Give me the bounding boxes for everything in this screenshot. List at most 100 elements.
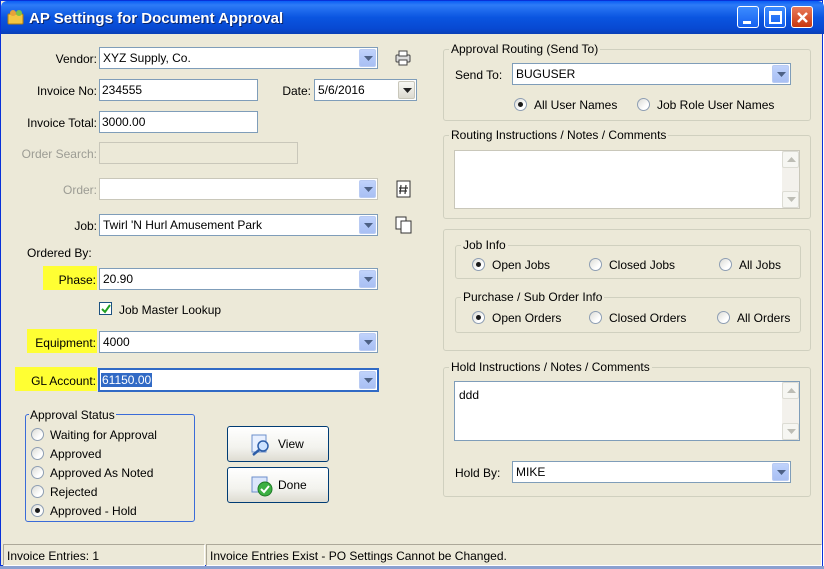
chevron-down-icon xyxy=(364,56,373,61)
chevron-down-icon xyxy=(364,340,373,345)
routing-instructions-legend: Routing Instructions / Notes / Comments xyxy=(449,128,669,142)
all-jobs-label: All Jobs xyxy=(739,258,782,272)
send-to-combo[interactable]: BUGUSER xyxy=(512,63,791,85)
chevron-down-icon xyxy=(364,277,373,282)
hold-instructions-scrollbar[interactable] xyxy=(782,382,799,440)
chevron-down-icon xyxy=(364,187,373,192)
hold-instructions-text: ddd xyxy=(459,388,480,402)
done-button[interactable]: Done xyxy=(227,467,329,503)
approved-label: Approved xyxy=(50,447,102,461)
job-combo[interactable]: Twirl 'N Hurl Amusement Park xyxy=(99,214,378,236)
folder-people-icon xyxy=(7,10,24,25)
approved-as-noted-label: Approved As Noted xyxy=(50,466,154,480)
view-button-label: View xyxy=(278,437,304,451)
waiting-for-approval-label: Waiting for Approval xyxy=(50,428,157,442)
phase-combo[interactable]: 20.90 xyxy=(99,268,378,290)
hold-by-label: Hold By: xyxy=(455,466,501,480)
close-icon xyxy=(797,12,808,23)
chevron-down-icon xyxy=(364,378,373,383)
title-bar[interactable]: AP Settings for Document Approval xyxy=(1,1,824,34)
job-master-lookup-label: Job Master Lookup xyxy=(119,303,222,317)
ordered-by-label: Ordered By: xyxy=(27,246,92,260)
radio-open-jobs[interactable] xyxy=(472,258,485,271)
maximize-icon xyxy=(769,11,782,24)
radio-job-role-user-names[interactable] xyxy=(637,98,650,111)
radio-open-orders[interactable] xyxy=(472,311,485,324)
chevron-down-icon xyxy=(777,72,786,77)
radio-rejected[interactable] xyxy=(31,485,44,498)
hold-by-dropdown-button[interactable] xyxy=(772,463,789,481)
order-search-input[interactable] xyxy=(99,142,298,164)
scroll-up-button[interactable] xyxy=(782,382,799,399)
equipment-dropdown-button[interactable] xyxy=(359,333,376,351)
radio-approved[interactable] xyxy=(31,447,44,460)
date-label: Date: xyxy=(282,84,311,98)
view-button[interactable]: View xyxy=(227,426,329,462)
invoice-no-field[interactable]: 234555 xyxy=(99,79,258,101)
order-number-icon[interactable] xyxy=(396,180,412,198)
invoice-total-field[interactable]: 3000.00 xyxy=(99,111,258,133)
equipment-combo[interactable]: 4000 xyxy=(99,331,378,353)
closed-orders-label: Closed Orders xyxy=(609,311,687,325)
minimize-icon xyxy=(743,21,751,24)
phase-dropdown-button[interactable] xyxy=(359,270,376,288)
order-dropdown-button[interactable] xyxy=(359,180,376,198)
send-to-dropdown-button[interactable] xyxy=(772,65,789,83)
radio-approved-as-noted[interactable] xyxy=(31,466,44,479)
copy-icon[interactable] xyxy=(395,216,413,234)
scroll-down-button[interactable] xyxy=(782,191,799,208)
phase-value: 20.90 xyxy=(103,272,134,286)
checkmark-icon xyxy=(101,304,111,314)
done-button-label: Done xyxy=(278,478,307,492)
hold-by-combo[interactable]: MIKE xyxy=(512,461,791,483)
minimize-button[interactable] xyxy=(737,6,759,28)
all-user-names-label: All User Names xyxy=(534,98,618,112)
date-dropdown-button[interactable] xyxy=(398,81,415,99)
order-combo[interactable] xyxy=(99,178,378,200)
close-button[interactable] xyxy=(791,6,813,28)
routing-instructions-textarea[interactable] xyxy=(454,150,800,209)
magnifier-document-icon xyxy=(251,434,269,456)
hold-by-value: MIKE xyxy=(516,465,546,479)
scroll-down-button[interactable] xyxy=(782,423,799,440)
radio-waiting-for-approval[interactable] xyxy=(31,428,44,441)
window-title: AP Settings for Document Approval xyxy=(29,10,284,27)
vendor-label: Vendor: xyxy=(55,52,97,66)
radio-closed-orders[interactable] xyxy=(589,311,602,324)
open-jobs-label: Open Jobs xyxy=(492,258,551,272)
order-search-label: Order Search: xyxy=(21,147,97,161)
chevron-up-icon xyxy=(787,388,796,393)
gl-account-dropdown-button[interactable] xyxy=(359,371,376,389)
radio-all-orders[interactable] xyxy=(717,311,730,324)
radio-approved-hold[interactable] xyxy=(31,504,44,517)
vendor-value: XYZ Supply, Co. xyxy=(103,51,191,65)
job-master-lookup-checkbox[interactable] xyxy=(99,302,112,315)
vendor-combo[interactable]: XYZ Supply, Co. xyxy=(99,47,378,69)
rejected-label: Rejected xyxy=(50,485,98,499)
printer-icon[interactable] xyxy=(394,49,412,67)
date-value: 5/6/2016 xyxy=(318,83,365,97)
date-picker[interactable]: 5/6/2016 xyxy=(314,79,417,101)
chevron-down-icon xyxy=(364,223,373,228)
gl-account-combo[interactable]: 61150.00 xyxy=(99,369,378,391)
radio-all-jobs[interactable] xyxy=(719,258,732,271)
ap-settings-window: AP Settings for Document Approval Vendor… xyxy=(0,0,824,566)
gl-account-value: 61150.00 xyxy=(101,373,153,387)
hold-instructions-textarea[interactable]: ddd xyxy=(454,381,800,441)
chevron-down-icon xyxy=(787,197,796,202)
radio-all-user-names[interactable] xyxy=(514,98,527,111)
open-orders-label: Open Orders xyxy=(492,311,562,325)
approval-routing-legend: Approval Routing (Send To) xyxy=(449,42,601,56)
vendor-dropdown-button[interactable] xyxy=(359,49,376,67)
radio-closed-jobs[interactable] xyxy=(589,258,602,271)
maximize-button[interactable] xyxy=(764,6,786,28)
phase-label: Phase: xyxy=(58,273,96,287)
job-dropdown-button[interactable] xyxy=(359,216,376,234)
routing-instructions-scrollbar[interactable] xyxy=(782,151,799,208)
equipment-value: 4000 xyxy=(103,335,130,349)
chevron-up-icon xyxy=(787,157,796,162)
closed-jobs-label: Closed Jobs xyxy=(609,258,676,272)
scroll-up-button[interactable] xyxy=(782,151,799,168)
send-to-label: Send To: xyxy=(455,68,503,82)
job-label: Job: xyxy=(74,219,97,233)
